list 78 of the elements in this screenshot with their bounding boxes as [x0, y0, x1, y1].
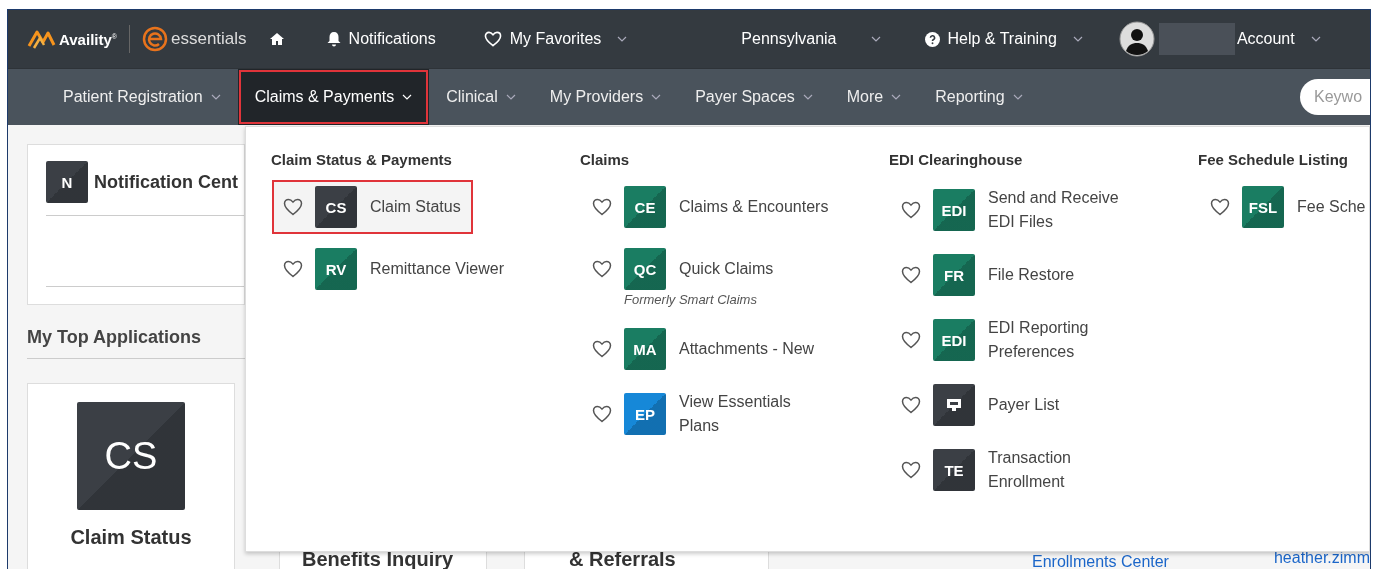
nav-tab[interactable]: Payer Spaces	[678, 69, 830, 125]
notifications-link[interactable]: Notifications	[348, 30, 436, 48]
menu-heading: Claim Status & Payments	[271, 151, 453, 168]
chevron-icon	[505, 94, 516, 100]
enrollments-link[interactable]: Enrollments Center	[1032, 553, 1169, 569]
app-tile: EP	[624, 393, 666, 435]
heart-icon[interactable]	[901, 331, 921, 349]
chevron-icon	[1310, 36, 1321, 42]
nav-tab[interactable]: Claims & Payments	[237, 69, 430, 125]
app-tile: MA	[624, 328, 666, 370]
heart-icon[interactable]	[283, 198, 303, 216]
menu-item[interactable]: TE Transaction Enrollment	[889, 442, 1071, 498]
chevron-icon	[802, 94, 813, 100]
chevron-icon	[1012, 94, 1023, 100]
app-tile: EDI	[933, 189, 975, 231]
heart-icon[interactable]	[592, 340, 612, 358]
home-icon[interactable]	[268, 32, 285, 46]
heart-icon[interactable]	[283, 260, 303, 278]
menu-item[interactable]: RV Remittance Viewer	[271, 244, 504, 294]
avatar-icon[interactable]	[1118, 21, 1155, 57]
heart-icon[interactable]	[592, 198, 612, 216]
app-tile: CE	[624, 186, 666, 228]
brand-name: Availity$^{®}$	[59, 30, 117, 48]
menu-item[interactable]: MA Attachments - New	[580, 324, 815, 374]
chevron-icon	[402, 94, 413, 100]
heart-icon	[483, 31, 502, 47]
menu-heading: Fee Schedule Listing	[1198, 151, 1350, 168]
menu-item[interactable]: CE Claims & Encounters	[580, 182, 829, 232]
app-tile: RV	[315, 248, 357, 290]
help-menu[interactable]: Help & Training	[947, 30, 1057, 48]
menu-item[interactable]: Payer List	[889, 380, 1060, 430]
menu-item[interactable]: EDI EDI Reporting Preferences	[889, 312, 1089, 368]
chevron-icon	[210, 94, 221, 100]
app-card[interactable]: CS Claim Status	[27, 383, 235, 569]
chevron-icon	[617, 36, 628, 42]
chevron-icon	[1072, 36, 1083, 42]
product-name: essentials	[171, 29, 247, 49]
menu-heading: Claims	[580, 151, 631, 168]
app-tile: CS	[77, 402, 185, 510]
menu-item[interactable]: FR File Restore	[889, 250, 1075, 300]
heart-icon[interactable]	[901, 201, 921, 219]
app-name: Claim Status	[70, 526, 192, 549]
app-tile: EDI	[933, 319, 975, 361]
card-title: Notification Cent	[94, 171, 238, 193]
app-tile: TE	[933, 449, 975, 491]
app-tile: FR	[933, 254, 975, 296]
search-field[interactable]: Keywo	[1300, 79, 1370, 115]
nav-tab[interactable]: Patient Registration	[46, 69, 238, 125]
nav-tab[interactable]: Clinical	[429, 69, 533, 125]
menu-item[interactable]: EP View Essentials Plans	[580, 386, 791, 442]
user-link[interactable]: heather.zimm	[1273, 549, 1370, 567]
heart-icon[interactable]	[901, 396, 921, 414]
app-tile: CS	[315, 186, 357, 228]
app-tile: QC	[624, 248, 666, 290]
menu-item[interactable]: CS Claim Status	[274, 182, 471, 232]
chevron-icon	[891, 94, 902, 100]
nav-tab[interactable]: More	[829, 69, 919, 125]
region-menu[interactable]: Pennsylvania	[741, 30, 837, 48]
heart-icon[interactable]	[592, 405, 612, 423]
chevron-icon	[651, 94, 662, 100]
chevron-icon	[870, 36, 881, 42]
favorites-menu[interactable]: My Favorites	[509, 30, 602, 48]
nav-tab[interactable]: My Providers	[532, 69, 679, 125]
heart-icon[interactable]	[901, 461, 921, 479]
heart-icon[interactable]	[901, 266, 921, 284]
menu-item[interactable]: EDI Send and Receive EDI Files	[889, 182, 1119, 238]
help-icon	[924, 31, 940, 47]
menu-heading: EDI Clearinghouse	[889, 151, 1024, 168]
heart-icon[interactable]	[1210, 198, 1230, 216]
menu-item[interactable]: FSL Fee Sche	[1198, 182, 1366, 232]
nav-tab[interactable]: Reporting	[918, 69, 1040, 125]
badge-tile: N	[46, 161, 88, 203]
app-tile: FSL	[1242, 186, 1284, 228]
logo-icon	[142, 26, 168, 52]
heart-icon[interactable]	[592, 260, 612, 278]
item-note: Formerly Smart Claims	[624, 292, 757, 307]
account-menu[interactable]: Account	[1236, 30, 1295, 48]
bell-icon	[326, 31, 341, 47]
